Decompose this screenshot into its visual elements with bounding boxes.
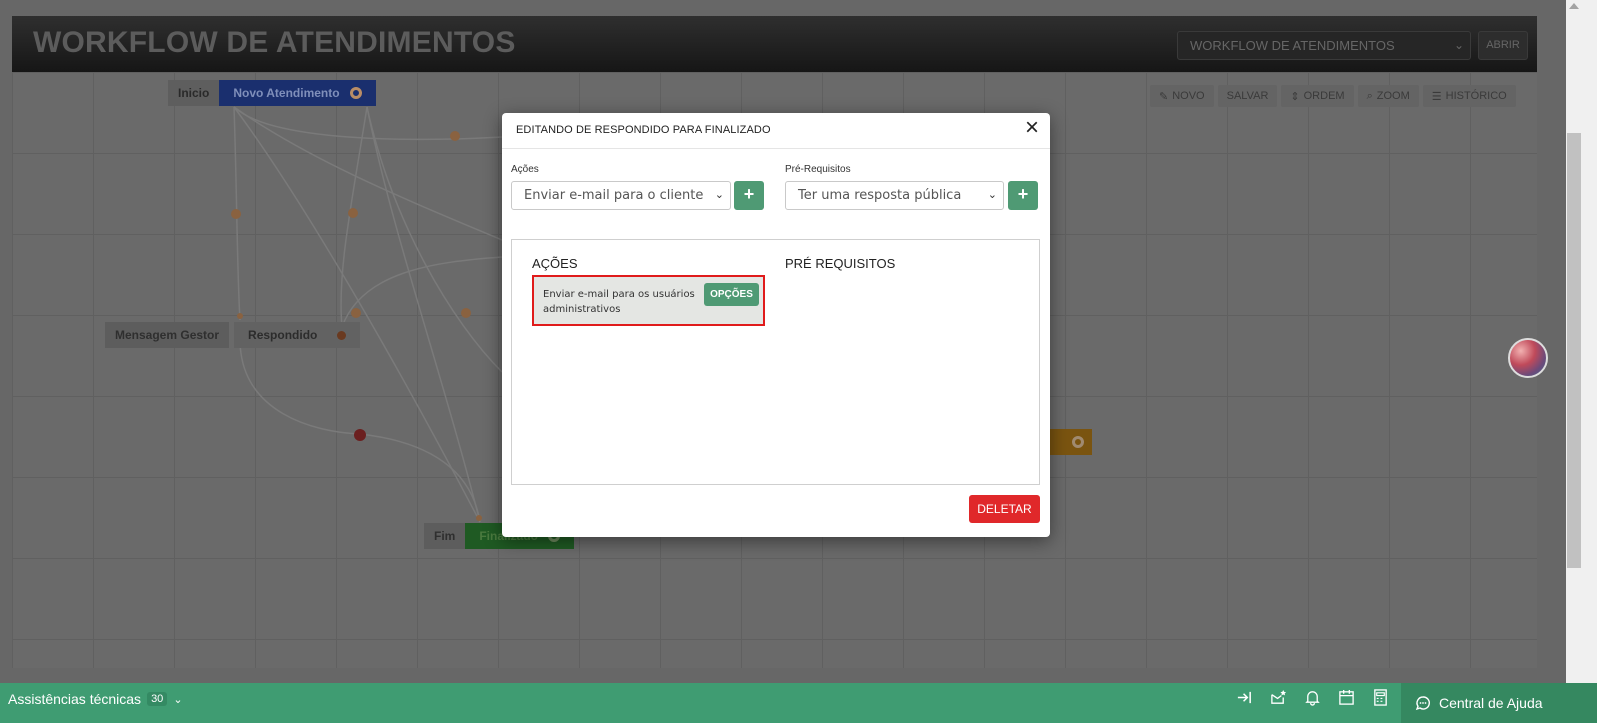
modal-title: EDITANDO DE RESPONDIDO PARA FINALIZADO: [516, 124, 771, 136]
node-connector-icon[interactable]: [349, 87, 362, 99]
connection-dot[interactable]: [354, 429, 366, 441]
connection-dot[interactable]: [461, 308, 471, 318]
novo-label: NOVO: [1172, 90, 1205, 102]
arrow-marker: [237, 313, 243, 319]
list-icon: ☰: [1431, 90, 1442, 103]
calculator-icon[interactable]: [1372, 689, 1389, 706]
node-orange[interactable]: [1046, 429, 1092, 455]
close-icon[interactable]: ×: [1022, 116, 1042, 140]
assistencias-selector[interactable]: Assistências técnicas 30 ⌄: [8, 691, 183, 707]
connection-dot[interactable]: [231, 209, 241, 219]
abrir-button[interactable]: ABRIR: [1478, 31, 1528, 60]
node-state: Respondido: [234, 322, 361, 348]
calendar-icon[interactable]: [1338, 689, 1355, 706]
assistencias-label: Assistências técnicas: [8, 691, 142, 707]
bottom-bar: Assistências técnicas 30 ⌄ Central de Aj…: [0, 683, 1597, 723]
modal-header: EDITANDO DE RESPONDIDO PARA FINALIZADO ×: [502, 113, 1050, 149]
novo-button[interactable]: ✎ NOVO: [1150, 85, 1214, 107]
connection-dot[interactable]: [351, 308, 361, 318]
arrow-marker: [476, 515, 482, 521]
salvar-button[interactable]: SALVAR: [1217, 85, 1278, 107]
connection-dot[interactable]: [450, 131, 460, 141]
bottom-icons: [1236, 689, 1389, 706]
workflow-select[interactable]: WORKFLOW DE ATENDIMENTOS ⌄: [1177, 31, 1471, 60]
deletar-button[interactable]: DELETAR: [969, 495, 1040, 523]
node-connector-icon[interactable]: [337, 330, 347, 340]
node-respondido[interactable]: Mensagem Gestor Respondido: [105, 322, 361, 348]
acoes-label: Ações: [511, 164, 539, 175]
node-state: Novo Atendimento: [219, 80, 376, 106]
node-label: Mensagem Gestor: [105, 322, 230, 348]
ordem-button[interactable]: ⇕ ORDEM: [1281, 85, 1354, 107]
zoom-button[interactable]: ⌕ ZOOM: [1357, 85, 1419, 107]
acoes-heading: AÇÕES: [532, 256, 578, 271]
historico-label: HISTÓRICO: [1445, 90, 1507, 102]
help-label: Central de Ajuda: [1439, 695, 1543, 711]
acoes-select-value: Enviar e-mail para o cliente: [524, 188, 704, 203]
connection-dot[interactable]: [348, 208, 358, 218]
prereq-select-value: Ter uma resposta pública: [798, 188, 962, 203]
assistant-avatar[interactable]: [1508, 338, 1548, 378]
prereq-label: Pré-Requisitos: [785, 164, 851, 175]
chevron-down-icon: ⌄: [714, 188, 724, 201]
node-state-label: Respondido: [248, 328, 318, 342]
sort-icon: ⇕: [1290, 90, 1300, 103]
action-item-text: Enviar e-mail para os usuários administr…: [543, 289, 695, 315]
chat-icon: [1415, 696, 1430, 711]
ordem-label: ORDEM: [1303, 90, 1345, 102]
prereq-heading: PRÉ REQUISITOS: [785, 256, 896, 271]
node-state-label: Novo Atendimento: [233, 86, 340, 100]
count-badge: 30: [147, 692, 168, 706]
central-de-ajuda-button[interactable]: Central de Ajuda: [1401, 683, 1597, 723]
acoes-select[interactable]: Enviar e-mail para o cliente ⌄: [511, 181, 731, 210]
node-connector-icon[interactable]: [1072, 436, 1084, 448]
sign-in-icon[interactable]: [1236, 689, 1253, 706]
page-scrollbar[interactable]: [1566, 0, 1597, 694]
add-acao-button[interactable]: +: [734, 181, 764, 210]
workflow-select-value: WORKFLOW DE ATENDIMENTOS: [1190, 38, 1395, 53]
scrollbar-thumb[interactable]: [1567, 133, 1581, 568]
search-icon: ⌕: [1366, 89, 1373, 102]
pencil-icon: ✎: [1159, 90, 1169, 103]
chevron-down-icon: ⌄: [1453, 38, 1464, 52]
chevron-down-icon: ⌄: [173, 693, 183, 706]
prereq-select[interactable]: Ter uma resposta pública ⌄: [785, 181, 1004, 210]
chevron-down-icon: ⌄: [987, 188, 997, 201]
historico-button[interactable]: ☰ HISTÓRICO: [1422, 85, 1516, 107]
action-item[interactable]: Enviar e-mail para os usuários administr…: [532, 275, 765, 326]
bell-icon[interactable]: [1304, 689, 1321, 706]
node-state: [1046, 429, 1092, 455]
node-label: Fim: [424, 523, 466, 549]
opcoes-button[interactable]: OPÇÕES: [704, 283, 759, 306]
mail-star-icon[interactable]: [1270, 689, 1287, 706]
scroll-up-icon[interactable]: [1569, 3, 1579, 9]
salvar-label: SALVAR: [1226, 90, 1269, 102]
add-prereq-button[interactable]: +: [1008, 181, 1038, 210]
title-bar: WORKFLOW DE ATENDIMENTOS WORKFLOW DE ATE…: [12, 16, 1537, 72]
edit-transition-modal: EDITANDO DE RESPONDIDO PARA FINALIZADO ×…: [502, 113, 1050, 537]
page-title: WORKFLOW DE ATENDIMENTOS: [33, 26, 516, 59]
node-novo-atendimento[interactable]: Inicio Novo Atendimento: [168, 80, 376, 106]
canvas-toolbar: ✎ NOVO SALVAR ⇕ ORDEM ⌕ ZOOM ☰ HISTÓRICO: [1150, 85, 1516, 107]
node-label: Inicio: [168, 80, 220, 106]
actions-panel: AÇÕES PRÉ REQUISITOS Enviar e-mail para …: [511, 239, 1040, 485]
zoom-label: ZOOM: [1376, 90, 1410, 102]
